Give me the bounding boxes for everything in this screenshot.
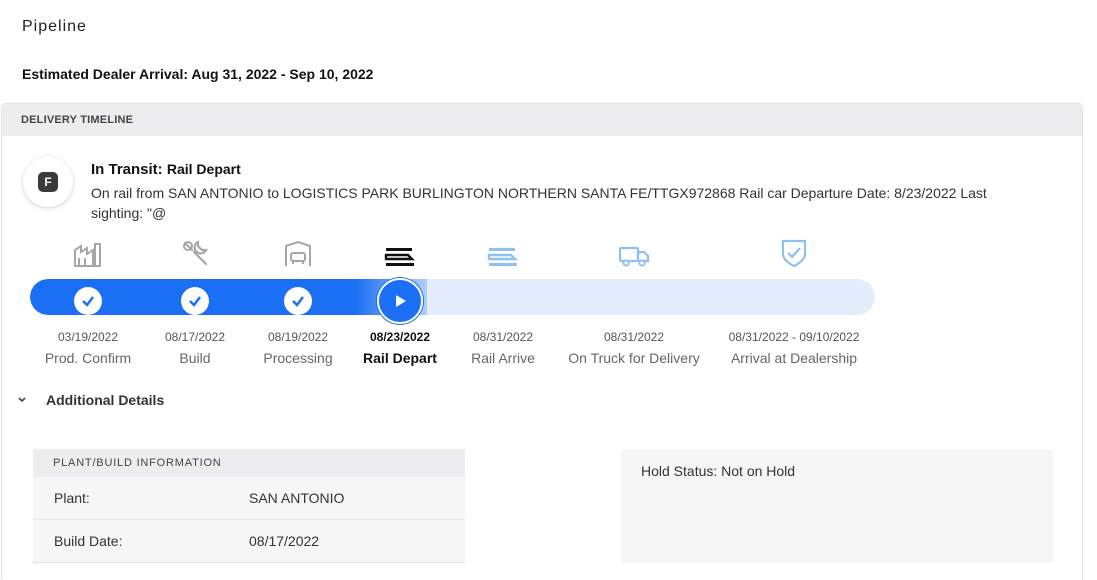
truck-icon	[559, 234, 709, 268]
delivery-timeline-card: DELIVERY TIMELINE F In Transit: Rail Dep…	[1, 103, 1083, 580]
step-date: 08/31/2022 - 09/10/2022	[728, 330, 860, 344]
step-arrival-dealership[interactable]: 08/31/2022 - 09/10/2022 Arrival at Deale…	[709, 234, 879, 366]
step-label: Rail Arrive	[471, 350, 535, 366]
status-description: On rail from SAN ANTONIO to LOGISTICS PA…	[91, 185, 987, 221]
step-date: 08/31/2022	[472, 330, 534, 344]
progress-timeline: 03/19/2022 Prod. Confirm 08/17/2022 Buil…	[2, 234, 1084, 374]
plant-build-info: PLANT/BUILD INFORMATION Plant: SAN ANTON…	[33, 449, 465, 563]
play-icon	[377, 278, 423, 324]
status-sub: Rail Depart	[166, 161, 241, 177]
shield-check-icon	[709, 234, 879, 268]
row-key: Plant:	[54, 490, 90, 506]
hold-status: Hold Status: Not on Hold	[641, 463, 796, 479]
plant-row: Plant: SAN ANTONIO	[33, 477, 465, 520]
row-value: 08/17/2022	[249, 533, 320, 549]
ford-logo-icon: F	[38, 172, 58, 192]
estimated-arrival: Estimated Dealer Arrival: Aug 31, 2022 -…	[22, 66, 374, 82]
step-label: Arrival at Dealership	[730, 350, 858, 366]
row-key: Build Date:	[54, 533, 123, 549]
step-on-truck[interactable]: 08/31/2022 On Truck for Delivery	[559, 234, 709, 366]
additional-details-label: Additional Details	[46, 392, 165, 408]
status-main: In Transit:	[91, 161, 163, 178]
plant-build-header: PLANT/BUILD INFORMATION	[33, 449, 465, 477]
step-date: 08/31/2022	[603, 330, 665, 344]
check-icon	[181, 287, 209, 315]
status-title: In Transit: Rail Depart	[91, 161, 241, 178]
row-value: SAN ANTONIO	[249, 490, 345, 506]
status-badge: F	[23, 157, 73, 207]
additional-details-toggle[interactable]: Additional Details	[18, 392, 164, 408]
check-icon	[74, 287, 102, 315]
chevron-down-icon	[18, 395, 30, 406]
step-label: On Truck for Delivery	[568, 350, 700, 366]
hold-status-box: Hold Status: Not on Hold	[621, 449, 1053, 563]
step-rail-arrive[interactable]: 08/31/2022 Rail Arrive	[428, 234, 578, 366]
build-date-row: Build Date: 08/17/2022	[33, 520, 465, 563]
check-icon	[284, 287, 312, 315]
rail-car-icon	[428, 234, 578, 268]
card-header: DELIVERY TIMELINE	[2, 104, 1082, 136]
page-title: Pipeline	[22, 18, 87, 35]
